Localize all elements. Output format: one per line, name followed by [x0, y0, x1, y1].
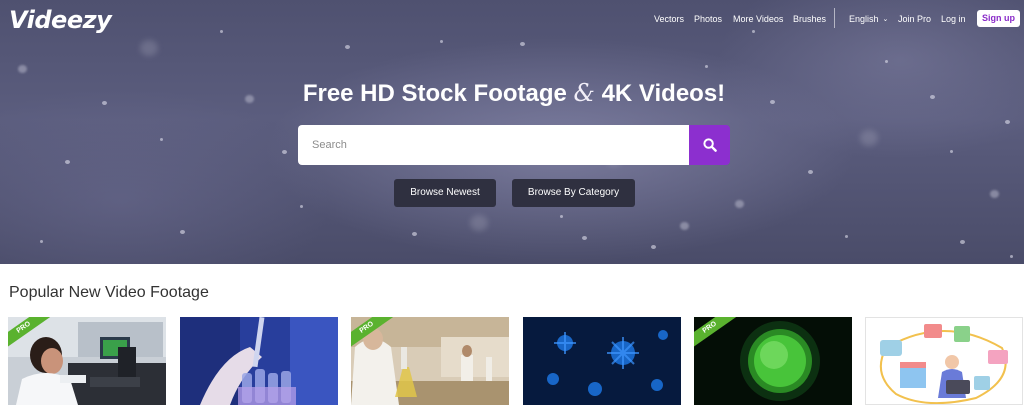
snow-particle: [1005, 120, 1010, 124]
snow-particle: [160, 138, 163, 141]
video-thumbnail[interactable]: [180, 317, 338, 405]
snow-particle: [65, 160, 70, 164]
video-thumbnail[interactable]: [523, 317, 681, 405]
section-title: Popular New Video Footage: [9, 284, 209, 301]
nav-link-vectors[interactable]: Vectors: [654, 14, 684, 24]
video-thumbnail[interactable]: PRO: [694, 317, 852, 405]
snow-particle: [440, 40, 443, 43]
snow-particle: [140, 40, 158, 56]
snow-particle: [300, 205, 303, 208]
join-pro-link[interactable]: Join Pro: [898, 14, 931, 24]
snow-particle: [860, 130, 878, 146]
search-bar: [298, 125, 730, 165]
videezy-logo[interactable]: Videezy: [9, 6, 112, 34]
online-shopping-illustration-image: [866, 318, 1022, 404]
snow-particle: [705, 65, 708, 68]
snow-particle: [582, 236, 587, 240]
snow-particle: [1010, 255, 1013, 258]
snow-particle: [960, 240, 965, 244]
search-input[interactable]: [298, 125, 689, 165]
headline-text-1: Free HD Stock Footage: [302, 80, 574, 107]
snow-particle: [560, 215, 563, 218]
search-icon: [702, 138, 717, 152]
snow-particle: [651, 245, 656, 249]
snow-particle: [520, 42, 525, 46]
language-selector[interactable]: English ⌄: [849, 14, 888, 24]
nav-divider: [834, 8, 835, 28]
nav-link-photos[interactable]: Photos: [694, 14, 722, 24]
video-thumbnail[interactable]: [865, 317, 1023, 405]
snow-particle: [680, 222, 689, 230]
snow-particle: [735, 200, 744, 208]
nav-link-brushes[interactable]: Brushes: [793, 14, 826, 24]
snow-particle: [18, 65, 27, 73]
snow-particle: [752, 30, 755, 33]
snow-particle: [40, 240, 43, 243]
snow-particle: [990, 190, 999, 198]
snow-particle: [950, 150, 953, 153]
page-headline: Free HD Stock Footage & 4K Videos!: [0, 79, 1024, 108]
snow-particle: [470, 215, 488, 231]
sign-up-button[interactable]: Sign up: [977, 10, 1020, 27]
nav-link-more-videos[interactable]: More Videos: [733, 14, 783, 24]
headline-ampersand: &: [573, 79, 595, 107]
blue-virus-particles-image: [523, 317, 681, 405]
snow-particle: [345, 45, 350, 49]
snow-particle: [845, 235, 848, 238]
snow-particle: [220, 30, 223, 33]
language-label: English: [849, 14, 879, 24]
snow-particle: [885, 60, 888, 63]
search-button[interactable]: [689, 125, 730, 165]
scientist-microscope-image: [8, 317, 166, 405]
login-link[interactable]: Log in: [941, 14, 966, 24]
snow-particle: [180, 230, 185, 234]
hero-banner: Videezy Vectors Photos More Videos Brush…: [0, 0, 1024, 264]
snow-particle: [412, 232, 417, 236]
video-thumbnail[interactable]: PRO: [8, 317, 166, 405]
green-virus-cell-image: [694, 317, 852, 405]
chevron-down-icon: ⌄: [882, 16, 889, 23]
browse-by-category-button[interactable]: Browse By Category: [512, 179, 635, 207]
snow-particle: [808, 170, 813, 174]
pipette-test-tubes-image: [180, 317, 338, 405]
snow-particle: [282, 150, 287, 154]
laboratory-workers-image: [351, 317, 509, 405]
browse-newest-button[interactable]: Browse Newest: [394, 179, 496, 207]
headline-text-2: 4K Videos!: [594, 80, 726, 107]
video-thumbnail[interactable]: PRO: [351, 317, 509, 405]
